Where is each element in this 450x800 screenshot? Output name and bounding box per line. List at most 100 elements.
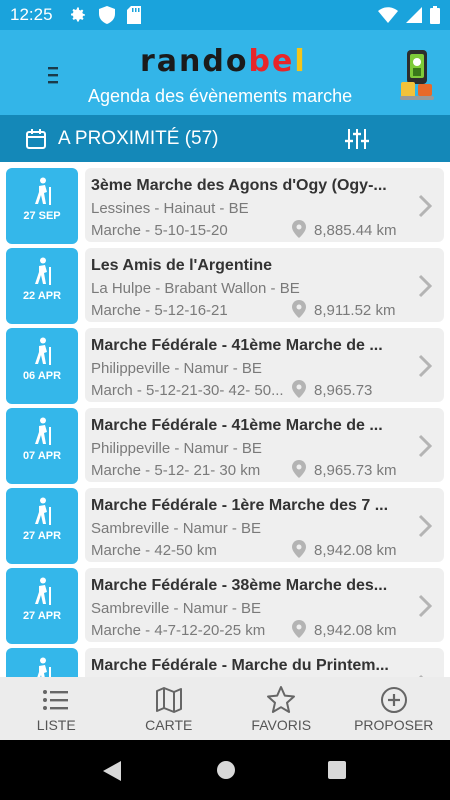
hiker-icon xyxy=(35,577,51,605)
event-date: 27 SEP xyxy=(23,210,61,222)
header-subtitle: Agenda des évènements marche xyxy=(88,86,353,106)
chevron-right-icon xyxy=(418,434,432,458)
app-header: randobel Agenda des évènements marche xyxy=(0,30,450,115)
event-row[interactable]: 27 APR Marche Fédérale - 38ème Marche de… xyxy=(0,562,450,644)
event-title: Marche Fédérale - 38ème Marche des... xyxy=(91,577,388,594)
nearby-title: A PROXIMITÉ (57) xyxy=(58,127,219,149)
event-distances: Marche - 5-10-15-20 xyxy=(91,222,228,239)
event-location: Sambreville - Namur - BE xyxy=(91,520,262,537)
nav-proposer[interactable]: PROPOSER xyxy=(338,677,450,740)
event-date: 07 APR xyxy=(22,450,62,462)
event-card[interactable]: Marche Fédérale - Marche du Printem... xyxy=(85,648,444,677)
event-date: 27 APR xyxy=(22,610,62,622)
bottom-nav: LISTE CARTE FAVORIS PROPOSER xyxy=(0,677,450,740)
event-date: 22 APR xyxy=(22,290,62,302)
location-pin-icon xyxy=(292,460,306,478)
hiker-icon xyxy=(35,257,51,285)
map-icon xyxy=(155,686,182,713)
logo-part-1: rando xyxy=(140,44,249,79)
location-pin-icon xyxy=(292,540,306,558)
date-badge: 27 APR xyxy=(6,488,78,564)
event-row[interactable]: 22 APR Les Amis de l'Argentine La Hulpe … xyxy=(0,242,450,324)
event-location: Philippeville - Namur - BE xyxy=(91,360,262,377)
event-date: 27 APR xyxy=(22,530,62,542)
nav-proposer-label: PROPOSER xyxy=(354,716,434,733)
event-card[interactable]: Marche Fédérale - 41ème Marche de ... Ph… xyxy=(85,328,444,402)
status-time: 12:25 xyxy=(10,5,53,24)
event-distances: Marche - 4-7-12-20-25 km xyxy=(91,622,266,639)
event-km: 8,965.73 xyxy=(314,382,373,399)
date-badge: 06 APR xyxy=(6,328,78,404)
recent-apps-square-icon[interactable] xyxy=(328,761,346,779)
event-location: La Hulpe - Brabant Wallon - BE xyxy=(91,280,300,297)
status-bar: 12:25 xyxy=(0,0,450,30)
location-pin-icon xyxy=(292,380,306,398)
hiker-icon xyxy=(35,497,51,525)
event-row[interactable]: 07 APR Marche Fédérale - 41ème Marche de… xyxy=(0,402,450,484)
event-row[interactable]: 27 APR Marche Fédérale - 1ère Marche des… xyxy=(0,482,450,564)
list-icon xyxy=(43,689,69,710)
event-km: 8,885.44 km xyxy=(314,222,397,239)
event-card[interactable]: Marche Fédérale - 1ère Marche des 7 ... … xyxy=(85,488,444,562)
date-badge: 27 SEP xyxy=(6,168,78,244)
app-screen: 12:25 randobel Agenda des évènements mar… xyxy=(0,0,450,800)
date-badge: 22 APR xyxy=(6,248,78,324)
nav-carte[interactable]: CARTE xyxy=(113,677,226,740)
system-nav-bar xyxy=(0,740,450,800)
event-distances: Marche - 5-12-16-21 xyxy=(91,302,228,319)
date-badge: 27 APR xyxy=(6,568,78,644)
hamburger-menu-icon xyxy=(48,67,58,84)
chevron-right-icon xyxy=(418,514,432,538)
nav-liste[interactable]: LISTE xyxy=(0,677,113,740)
event-card[interactable]: Marche Fédérale - 41ème Marche de ... Ph… xyxy=(85,408,444,482)
hiker-icon xyxy=(35,417,51,445)
settings-gear-icon xyxy=(69,6,87,24)
chevron-right-icon xyxy=(418,354,432,378)
nav-carte-label: CARTE xyxy=(145,716,193,733)
logo-part-3: l xyxy=(294,44,307,79)
chevron-right-icon xyxy=(418,274,432,298)
event-row[interactable]: 06 APR Marche Fédérale - 41ème Marche de… xyxy=(0,322,450,404)
event-title: Les Amis de l'Argentine xyxy=(91,257,273,274)
filter-sliders-icon[interactable] xyxy=(344,126,370,152)
add-circle-icon xyxy=(380,686,407,713)
location-pin-icon xyxy=(292,300,306,318)
cell-signal-icon xyxy=(406,7,422,23)
hiker-icon xyxy=(37,657,51,677)
nearby-bar: A PROXIMITÉ (57) xyxy=(0,115,450,162)
back-triangle-icon[interactable] xyxy=(103,761,121,781)
chevron-right-icon xyxy=(418,194,432,218)
event-location: Philippeville - Namur - BE xyxy=(91,440,262,457)
shield-icon xyxy=(98,6,115,24)
event-row[interactable]: Marche Fédérale - Marche du Printem... xyxy=(0,642,450,677)
sd-card-icon xyxy=(126,6,141,24)
hiker-icon xyxy=(35,337,51,365)
nav-liste-label: LISTE xyxy=(36,716,76,733)
event-km: 8,942.08 km xyxy=(314,542,397,559)
logo-part-2: be xyxy=(248,44,295,79)
event-distances: March - 5-12-21-30- 42- 50... xyxy=(91,382,284,399)
hiker-mascot-icon xyxy=(400,50,434,100)
home-circle-icon[interactable] xyxy=(216,760,236,780)
event-km: 8,965.73 km xyxy=(314,462,397,479)
date-badge: 07 APR xyxy=(6,408,78,484)
wifi-icon xyxy=(378,7,398,23)
event-location: Sambreville - Namur - BE xyxy=(91,600,262,617)
menu-button[interactable] xyxy=(38,60,68,90)
event-card[interactable]: Les Amis de l'Argentine La Hulpe - Braba… xyxy=(85,248,444,322)
location-pin-icon xyxy=(292,620,306,638)
event-distances: Marche - 5-12- 21- 30 km xyxy=(91,462,261,479)
nav-favoris-label: FAVORIS xyxy=(251,716,312,733)
nav-favoris[interactable]: FAVORIS xyxy=(225,677,338,740)
event-distances: Marche - 42-50 km xyxy=(91,542,217,559)
event-title: 3ème Marche des Agons d'Ogy (Ogy-... xyxy=(91,177,387,194)
event-km: 8,911.52 km xyxy=(314,302,396,319)
event-card[interactable]: 3ème Marche des Agons d'Ogy (Ogy-... Les… xyxy=(85,168,444,242)
battery-icon xyxy=(430,6,440,24)
location-pin-icon xyxy=(292,220,306,238)
event-km: 8,942.08 km xyxy=(314,622,397,639)
chevron-right-icon xyxy=(418,594,432,618)
event-card[interactable]: Marche Fédérale - 38ème Marche des... Sa… xyxy=(85,568,444,642)
event-row[interactable]: 27 SEP 3ème Marche des Agons d'Ogy (Ogy-… xyxy=(0,162,450,244)
event-title: Marche Fédérale - 41ème Marche de ... xyxy=(91,337,383,354)
